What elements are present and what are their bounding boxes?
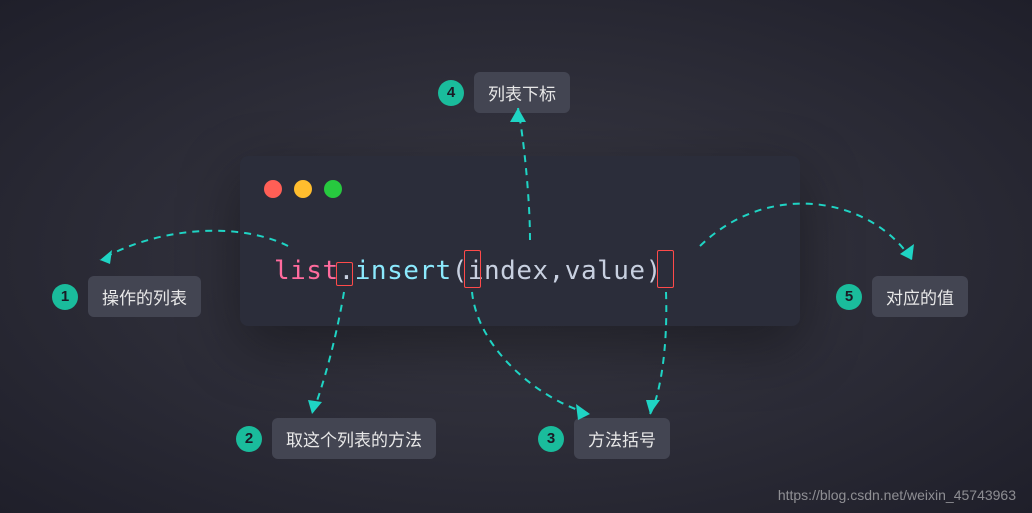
badge-4: 4 (438, 80, 464, 106)
annotation-4: 4 列表下标 (438, 72, 570, 113)
label-1: 操作的列表 (88, 276, 201, 317)
label-3: 方法括号 (574, 418, 670, 459)
watermark: https://blog.csdn.net/weixin_45743963 (778, 487, 1016, 503)
annotation-1: 1 操作的列表 (52, 276, 201, 317)
maximize-icon (324, 180, 342, 198)
annotation-3: 3 方法括号 (538, 418, 670, 459)
badge-2: 2 (236, 426, 262, 452)
annotation-5: 5 对应的值 (836, 276, 968, 317)
close-icon (264, 180, 282, 198)
code-window: list.insert(index,value) (240, 156, 800, 326)
badge-3: 3 (538, 426, 564, 452)
token-comma: , (549, 256, 565, 286)
hl-dot (336, 262, 353, 286)
label-2: 取这个列表的方法 (272, 418, 436, 459)
badge-5: 5 (836, 284, 862, 310)
token-list: list (274, 256, 339, 286)
annotation-2: 2 取这个列表的方法 (236, 418, 436, 459)
token-value: value (565, 256, 646, 286)
label-4: 列表下标 (474, 72, 570, 113)
badge-1: 1 (52, 284, 78, 310)
hl-open-paren (464, 250, 481, 288)
window-controls (264, 180, 342, 198)
label-5: 对应的值 (872, 276, 968, 317)
minimize-icon (294, 180, 312, 198)
hl-close-paren (657, 250, 674, 288)
token-method: insert (355, 256, 452, 286)
